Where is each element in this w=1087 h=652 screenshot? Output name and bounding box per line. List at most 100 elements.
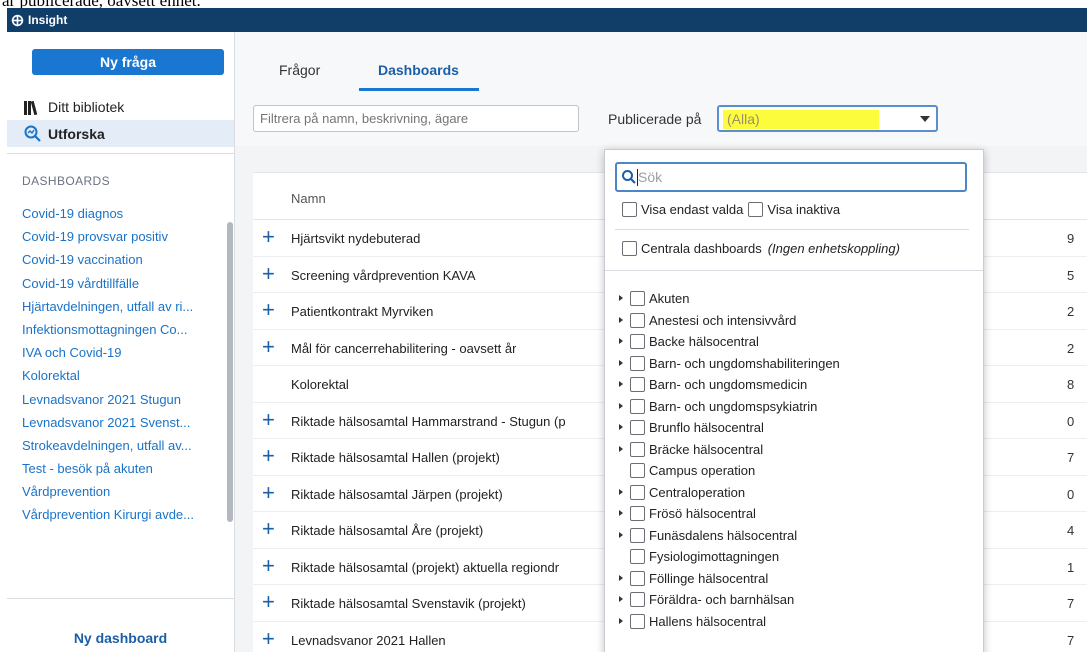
unit-checkbox[interactable] [630,377,645,393]
unit-checkbox[interactable] [630,484,645,500]
dropdown-divider-2 [605,270,983,271]
add-icon[interactable]: + [262,445,275,467]
unit-checkbox[interactable] [630,463,645,479]
expand-arrow-icon[interactable] [619,424,623,430]
row-count: 8 [1067,377,1075,392]
sidebar-dashboard-item[interactable]: Levnadsvanor 2021 Svenst... [22,411,227,434]
unit-option[interactable]: Anestesi och intensivvård [605,310,983,332]
dropdown-search-input[interactable]: Sök [615,162,967,192]
sidebar-scrollbar[interactable] [227,222,233,522]
unit-checkbox[interactable] [630,527,645,543]
sidebar-dashboard-item[interactable]: Vårdprevention [22,480,227,503]
unit-checkbox[interactable] [630,312,645,328]
unit-label: Barn- och ungdomsmedicin [649,377,808,393]
filter-input[interactable] [253,105,579,132]
unit-option[interactable]: Föllinge hälsocentral [605,568,983,590]
sidebar-dashboard-item[interactable]: Vårdprevention Kirurgi avde... [22,503,227,526]
add-icon[interactable]: + [262,299,275,321]
published-on-select[interactable]: (Alla) [717,105,938,132]
unit-option[interactable]: Barn- och ungdomshabiliteringen [605,353,983,375]
expand-arrow-icon[interactable] [619,445,623,452]
unit-checkbox[interactable] [630,441,645,457]
unit-checkbox[interactable] [630,420,645,436]
add-icon[interactable]: + [262,518,275,540]
unit-option[interactable]: Barn- och ungdomspsykiatrin [605,396,983,418]
add-icon[interactable]: + [262,481,275,504]
tab-dashboards[interactable]: Dashboards [378,62,459,78]
row-name: Riktade hälsosamtal Hallen (projekt) [291,450,500,465]
unit-checkbox[interactable] [630,613,645,629]
tab-questions[interactable]: Frågor [279,62,320,78]
sidebar-dashboard-item[interactable]: Strokeavdelningen, utfall av... [22,434,227,457]
sidebar-dashboard-item[interactable]: Levnadsvanor 2021 Stugun [22,388,227,411]
expand-arrow-icon[interactable] [619,531,623,538]
library-link[interactable]: Ditt bibliotek [24,99,124,115]
unit-option[interactable]: Barn- och ungdomsmedicin [605,374,983,396]
sidebar-dashboard-item[interactable]: Test - besök på akuten [22,457,227,480]
unit-option[interactable]: Brunflo hälsocentral [605,417,983,439]
add-icon[interactable]: + [262,554,275,577]
sidebar-dashboard-item[interactable]: Covid-19 vaccination [22,248,227,271]
dashboard-list: Covid-19 diagnos Covid-19 provsvar positi… [22,202,227,527]
expand-arrow-icon[interactable] [619,574,623,581]
sidebar-dashboard-item[interactable]: Covid-19 vårdtillfälle [22,272,227,295]
row-name: Mål för cancerrehabilitering - oavsett å… [291,340,517,356]
sidebar-dashboard-item[interactable]: Infektionsmottagningen Co... [22,318,227,341]
row-name: Kolorektal [291,377,349,392]
central-dashboards-option[interactable]: Centrala dashboards (Ingen enhetskopplin… [622,241,900,256]
unit-checkbox[interactable] [630,355,645,371]
sidebar-dashboard-item[interactable]: IVA och Covid-19 [22,341,227,364]
add-icon[interactable]: + [262,408,275,431]
only-selected-checkbox[interactable] [622,202,637,217]
unit-checkbox[interactable] [630,291,645,307]
add-icon[interactable]: + [262,335,275,358]
unit-option[interactable]: Bräcke hälsocentral [605,439,983,461]
add-icon[interactable]: + [262,226,275,248]
only-selected-label: Visa endast valda [641,202,744,217]
unit-checkbox[interactable] [630,398,645,414]
expand-arrow-icon[interactable] [619,338,623,344]
row-count: 7 [1067,596,1075,611]
unit-option[interactable]: Centraloperation [605,482,983,504]
add-icon[interactable]: + [262,591,275,613]
unit-checkbox[interactable] [630,570,645,586]
add-icon[interactable]: + [262,262,275,285]
unit-option[interactable]: Campus operation [605,460,983,482]
show-inactive-checkbox[interactable] [748,202,764,217]
unit-checkbox[interactable] [630,592,645,608]
unit-checkbox[interactable] [630,334,645,350]
unit-option[interactable]: Backe hälsocentral [605,331,983,353]
unit-option[interactable]: Föräldra- och barnhälsan [605,589,983,611]
sidebar-dashboard-item[interactable]: Covid-19 diagnos [22,202,227,225]
expand-arrow-icon[interactable] [619,295,623,301]
expand-arrow-icon[interactable] [619,488,623,495]
unit-option[interactable]: Akuten [605,288,983,310]
published-on-value: (Alla) [723,110,879,129]
library-icon [24,100,38,115]
expand-arrow-icon[interactable] [619,316,623,323]
expand-arrow-icon[interactable] [619,596,623,602]
new-question-button[interactable]: Ny fråga [32,49,224,75]
unit-option[interactable]: Funäsdalens hälsocentral [605,525,983,547]
unit-option[interactable]: Frösö hälsocentral [605,503,983,525]
row-name: Riktade hälsosamtal (projekt) aktuella r… [291,559,560,575]
sidebar-dashboard-item[interactable]: Covid-19 provsvar positiv [22,225,227,248]
unit-label: Frösö hälsocentral [649,506,756,522]
unit-checkbox[interactable] [630,549,645,565]
unit-label: Barn- och ungdomspsykiatrin [649,398,818,414]
expand-arrow-icon[interactable] [619,510,623,516]
expand-arrow-icon[interactable] [619,617,623,624]
unit-checkbox[interactable] [630,506,645,522]
unit-option[interactable]: Hallens hälsocentral [605,611,983,633]
sidebar-dashboard-item[interactable]: Hjärtavdelningen, utfall av ri... [22,295,227,318]
unit-option[interactable]: Fysiologimottagningen [605,546,983,568]
expand-arrow-icon[interactable] [619,381,623,387]
new-dashboard-button[interactable]: Ny dashboard [7,630,234,646]
expand-arrow-icon[interactable] [619,402,623,409]
expand-arrow-icon[interactable] [619,359,623,366]
central-dashboards-checkbox[interactable] [622,241,637,256]
column-header-name[interactable]: Namn [291,191,326,206]
explore-link[interactable]: Utforska [7,120,234,147]
add-icon[interactable]: + [262,627,275,650]
sidebar-dashboard-item[interactable]: Kolorektal [22,364,227,387]
